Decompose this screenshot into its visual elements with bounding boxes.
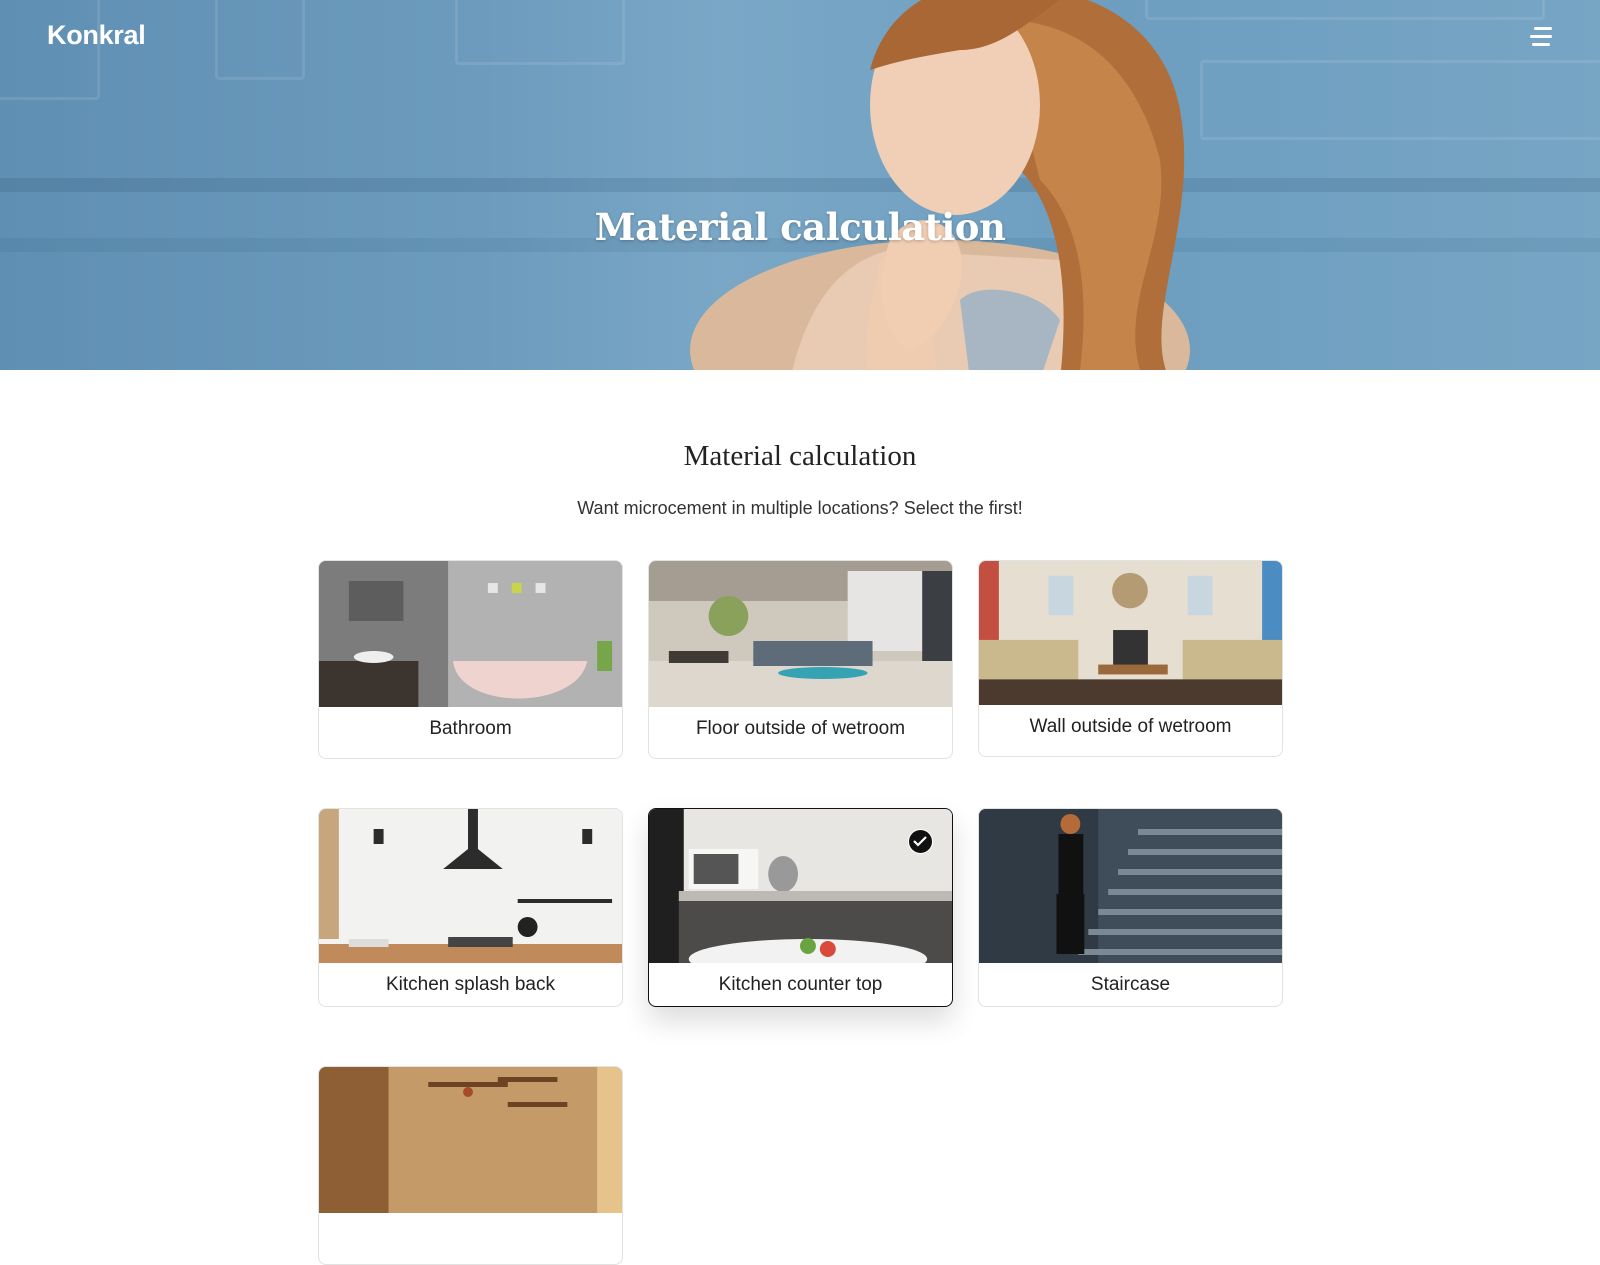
card-label: Bathroom [429,718,512,739]
card-label: Staircase [1090,974,1171,995]
card-label: Floor outside of wetroom [695,718,906,739]
page-title: Material calculation [683,440,917,472]
location-card-kitchen-shelves[interactable] [318,1066,623,1265]
living-room-wall-image [979,561,1282,705]
brand-logo[interactable]: Konkral [47,20,146,51]
location-card-kitchen-splash-back[interactable]: Kitchen splash back [318,808,623,1007]
selected-check-icon [908,829,933,854]
location-card-staircase[interactable]: Staircase [978,808,1283,1007]
page-subtitle: Want microcement in multiple locations? … [577,498,1023,518]
location-card-kitchen-counter-top[interactable]: Kitchen counter top [648,808,953,1007]
card-label: Wall outside of wetroom [1029,716,1232,737]
staircase-image [979,809,1282,963]
bathroom-image [319,561,622,707]
kitchen-splashback-image [319,809,622,963]
hamburger-menu-icon[interactable] [1530,27,1552,47]
location-card-floor-outside-wetroom[interactable]: Floor outside of wetroom [648,560,953,759]
hero-woman-image [690,0,1190,370]
card-label: Kitchen splash back [386,974,555,995]
living-room-floor-image [649,561,952,707]
location-card-wall-outside-wetroom[interactable]: Wall outside of wetroom [978,560,1283,757]
card-label: Kitchen counter top [718,974,883,995]
hero-banner: Konkral Material calculation [0,0,1600,370]
location-card-bathroom[interactable]: Bathroom [318,560,623,759]
kitchen-shelves-image [319,1067,622,1213]
hero-title: Material calculation [594,205,1006,249]
kitchen-counter-image [649,809,952,963]
